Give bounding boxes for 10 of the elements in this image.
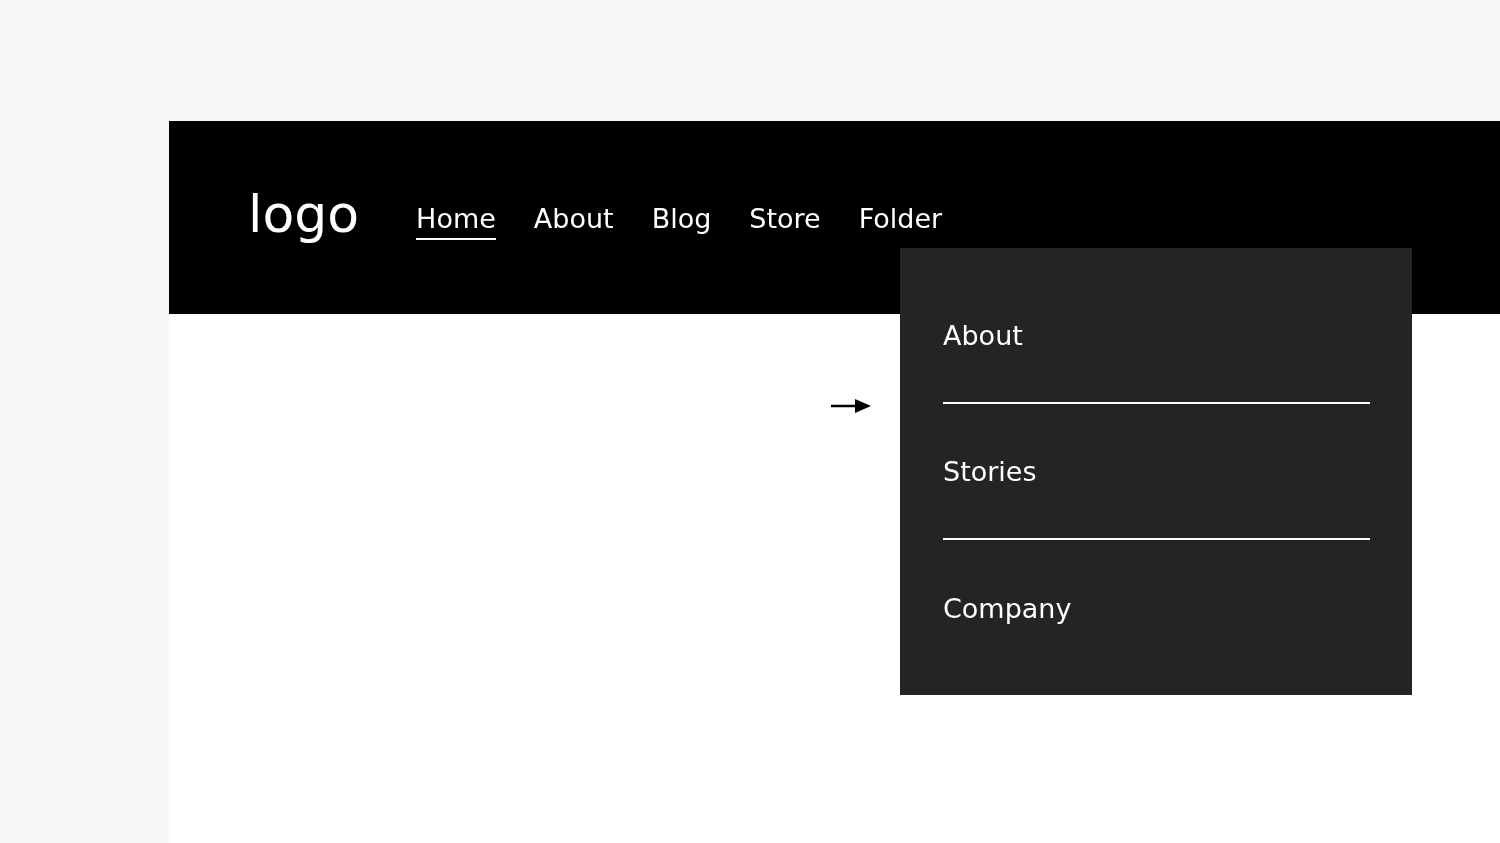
nav-link[interactable]: Home [416, 195, 496, 240]
menu-item[interactable]: Company [943, 592, 1072, 624]
nav-link[interactable]: About [533, 195, 614, 240]
logo[interactable]: logo [248, 187, 360, 248]
nav-link[interactable]: Folder [858, 195, 943, 240]
menu-item[interactable]: Stories [943, 455, 1037, 487]
nav-link[interactable]: Blog [651, 195, 712, 240]
menu-item[interactable]: About [943, 319, 1023, 351]
arrow-icon [831, 399, 871, 413]
nav-link[interactable]: Store [749, 195, 821, 240]
